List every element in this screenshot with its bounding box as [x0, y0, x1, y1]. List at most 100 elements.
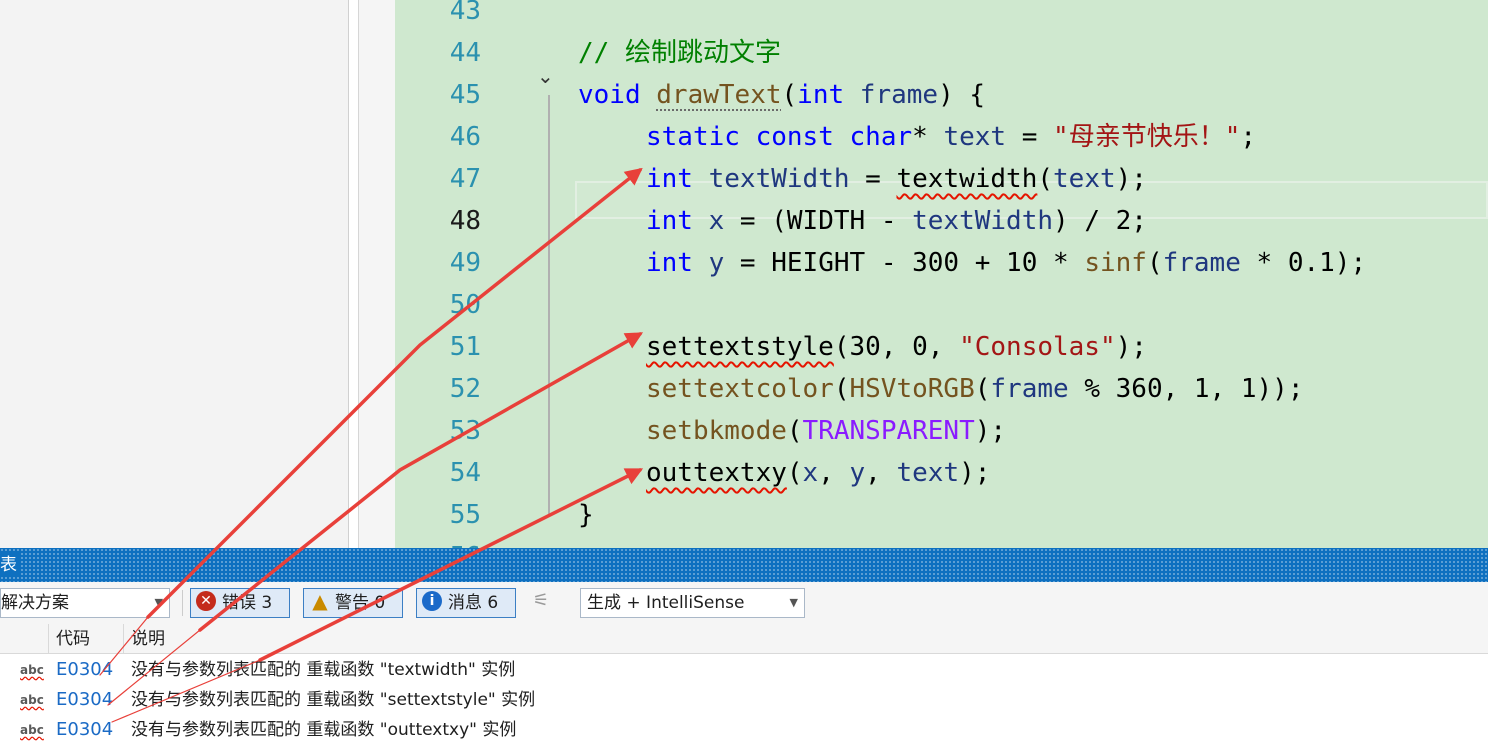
errors-filter-button[interactable]: ✕ 错误 3: [190, 588, 290, 618]
code-token: textWidth: [912, 206, 1054, 236]
code-token: frame: [990, 374, 1069, 404]
code-token: );: [974, 416, 1007, 446]
line-number[interactable]: 54: [395, 452, 481, 494]
line-number[interactable]: 50: [395, 284, 481, 326]
column-divider[interactable]: [48, 624, 49, 654]
code-token: outtextxy: [646, 458, 787, 488]
code-token: text: [896, 458, 960, 488]
error-row[interactable]: abc E0304 没有与参数列表匹配的 重载函数 "settextstyle"…: [0, 685, 1488, 715]
column-header-code[interactable]: 代码: [56, 624, 90, 654]
error-list-title-bar[interactable]: 表: [0, 548, 1488, 582]
code-token: = HEIGHT - 300 + 10 *: [724, 248, 1085, 278]
line-number[interactable]: 48: [395, 200, 481, 242]
line-number[interactable]: 52: [395, 368, 481, 410]
code-token: HSVtoRGB: [849, 374, 975, 404]
code-line[interactable]: int textWidth = textwidth(text);: [646, 158, 1147, 200]
code-token: text: [943, 122, 1007, 152]
line-number[interactable]: 46: [395, 116, 481, 158]
code-token: settextcolor: [646, 374, 834, 404]
error-description: 没有与参数列表匹配的 重载函数 "outtextxy" 实例: [131, 720, 517, 740]
code-token: (: [786, 458, 803, 488]
line-number[interactable]: 49: [395, 242, 481, 284]
code-token: =: [1006, 122, 1054, 152]
code-line[interactable]: // 绘制跳动文字: [578, 32, 781, 74]
code-token: int: [797, 80, 845, 110]
code-token: "Consolas": [959, 332, 1116, 362]
error-code-link[interactable]: E0304: [56, 715, 113, 745]
code-token: *: [912, 122, 944, 152]
error-row[interactable]: abc E0304 没有与参数列表匹配的 重载函数 "outtextxy" 实例: [0, 715, 1488, 745]
line-number[interactable]: 43: [395, 0, 481, 32]
line-number[interactable]: 45: [395, 74, 481, 116]
code-token: x: [802, 458, 819, 488]
code-line[interactable]: settextcolor(HSVtoRGB(frame % 360, 1, 1)…: [646, 368, 1303, 410]
code-token: const: [755, 122, 834, 152]
spellcheck-error-icon: abc: [20, 723, 44, 737]
code-token: drawText: [656, 80, 782, 110]
collapse-chevron-icon[interactable]: ⌄: [537, 66, 554, 86]
code-token: char: [849, 122, 913, 152]
error-code-link[interactable]: E0304: [56, 685, 113, 715]
code-token: // 绘制跳动文字: [578, 38, 781, 68]
code-line[interactable]: void drawText(int frame) {: [578, 74, 985, 116]
code-editor[interactable]: ⌄ 43 44// 绘制跳动文字 45 void drawText(int frame…: [395, 0, 1488, 548]
indicator-margin: [359, 0, 395, 548]
scope-dropdown-value: 解决方案: [1, 593, 69, 613]
line-number[interactable]: 53: [395, 410, 481, 452]
code-token: ,: [818, 458, 850, 488]
chevron-down-icon: ▼: [154, 596, 163, 609]
error-grid-header: [0, 624, 1488, 654]
code-token: =: [849, 164, 897, 194]
code-token: TRANSPARENT: [802, 416, 975, 446]
code-line[interactable]: int y = HEIGHT - 300 + 10 * sinf(frame *…: [646, 242, 1366, 284]
code-line[interactable]: outtextxy(x, y, text);: [646, 452, 990, 494]
code-token: = (WIDTH -: [724, 206, 913, 236]
code-token: x: [708, 206, 725, 236]
line-number[interactable]: 55: [395, 494, 481, 536]
code-token: "母亲节快乐！": [1053, 122, 1241, 152]
indent-guide: [548, 95, 550, 515]
code-token: textWidth: [708, 164, 850, 194]
errors-filter-label: 错误 3: [222, 593, 273, 613]
column-header-description[interactable]: 说明: [131, 624, 165, 654]
spellcheck-error-icon: abc: [20, 693, 44, 707]
code-token: int: [646, 206, 693, 236]
code-token: % 360, 1, 1));: [1068, 374, 1304, 404]
code-line[interactable]: setbkmode(TRANSPARENT);: [646, 410, 1006, 452]
line-number[interactable]: 51: [395, 326, 481, 368]
code-line[interactable]: settextstyle(30, 0, "Consolas");: [646, 326, 1147, 368]
line-number[interactable]: 56: [395, 536, 481, 548]
line-number[interactable]: 47: [395, 158, 481, 200]
panel-title: 表: [0, 553, 21, 577]
scope-dropdown[interactable]: 解决方案 ▼: [0, 588, 170, 618]
filter-icon[interactable]: ⚟: [533, 590, 549, 611]
error-row[interactable]: abc E0304 没有与参数列表匹配的 重载函数 "textwidth" 实例: [0, 655, 1488, 685]
code-line[interactable]: int x = (WIDTH - textWidth) / 2;: [646, 200, 1147, 242]
warning-triangle-icon: ▲: [312, 589, 328, 613]
code-token: frame: [859, 80, 939, 110]
code-token: );: [1115, 332, 1147, 362]
code-line[interactable]: static const char* text = "母亲节快乐！";: [646, 116, 1256, 158]
line-number[interactable]: 44: [395, 32, 481, 74]
messages-filter-button[interactable]: i 消息 6: [416, 588, 516, 618]
warnings-filter-button[interactable]: ▲ 警告 0: [303, 588, 403, 618]
messages-filter-label: 消息 6: [448, 593, 499, 613]
error-code-link[interactable]: E0304: [56, 655, 113, 685]
code-token: sinf: [1084, 248, 1147, 278]
code-token: );: [959, 458, 991, 488]
code-token: * 0.1);: [1240, 248, 1367, 278]
code-token: void: [578, 80, 641, 110]
code-token: (: [1037, 164, 1054, 194]
build-source-dropdown[interactable]: 生成 + IntelliSense ▼: [580, 588, 805, 618]
column-divider[interactable]: [123, 624, 124, 654]
chevron-down-icon: ▼: [789, 596, 798, 609]
code-token: (: [833, 374, 850, 404]
code-token: (: [786, 416, 803, 446]
code-line[interactable]: }: [578, 494, 594, 536]
code-token: text: [1053, 164, 1116, 194]
